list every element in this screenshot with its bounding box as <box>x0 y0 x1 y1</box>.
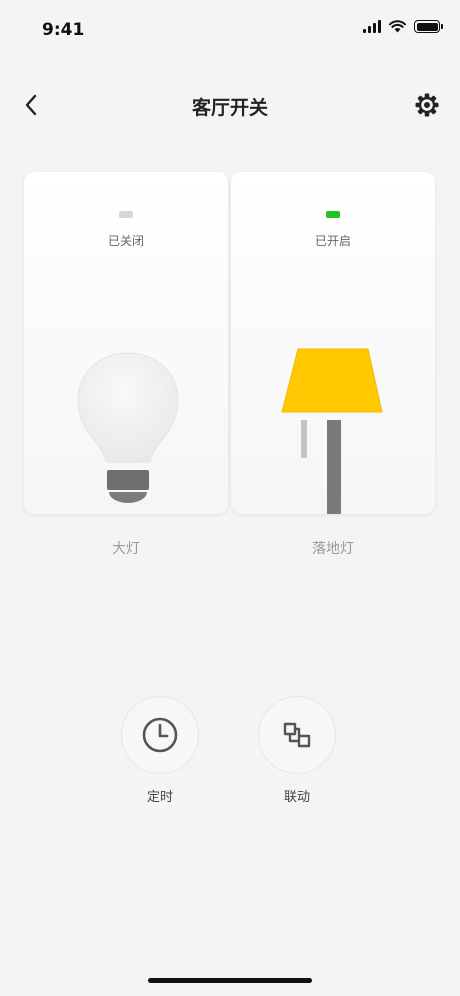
nav-bar: 客厅开关 <box>0 80 460 130</box>
cellular-signal-icon <box>363 20 381 33</box>
link-automation-icon <box>283 722 311 748</box>
switch-name-floor-lamp: 落地灯 <box>312 541 354 557</box>
status-time: 9:41 <box>42 20 85 40</box>
battery-icon <box>414 20 443 33</box>
clock-icon <box>142 717 178 753</box>
light-bulb-icon <box>77 352 179 503</box>
gear-icon <box>415 93 439 117</box>
timer-label: 定时 <box>146 790 173 805</box>
status-bar: 9:41 <box>0 0 460 60</box>
settings-button[interactable] <box>414 92 440 118</box>
status-icons <box>363 20 443 33</box>
page-title: 客厅开关 <box>191 97 268 119</box>
switch-card-main-light[interactable]: 已关闭 <box>24 172 228 514</box>
home-indicator[interactable] <box>148 978 312 983</box>
floor-lamp-icon <box>281 348 383 514</box>
timer-button[interactable] <box>122 697 198 773</box>
link-button[interactable] <box>259 697 335 773</box>
switch-card-floor-lamp[interactable]: 已开启 <box>231 172 435 514</box>
switch-name-main-light: 大灯 <box>112 541 140 557</box>
wifi-icon <box>389 20 406 33</box>
link-label: 联动 <box>283 790 310 805</box>
